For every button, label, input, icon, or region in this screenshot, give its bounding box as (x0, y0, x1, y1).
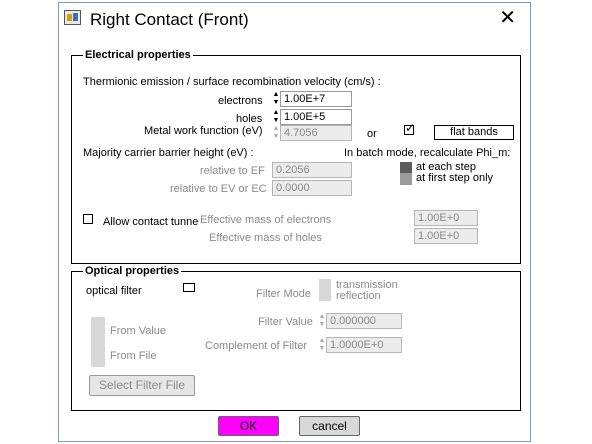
work-function-input: 4.7056 (280, 125, 352, 141)
electrons-label: electrons (218, 95, 263, 107)
optical-filter-checkbox[interactable] (183, 283, 195, 292)
eff-mass-electrons-input: 1.00E+0 (414, 210, 478, 226)
batch-mode-label: In batch mode, recalculate Phi_m: (344, 147, 511, 159)
reflection-label: reflection (336, 290, 381, 302)
holes-spinner[interactable]: ▲ ▼ (272, 109, 280, 125)
holes-input[interactable]: 1.00E+5 (280, 109, 352, 125)
window-title: Right Contact (Front) (90, 10, 249, 29)
relative-ev-label: relative to EV or EC (170, 183, 267, 195)
flat-bands-label[interactable]: flat bands (434, 125, 514, 140)
title-bar: Right Contact (Front) ✕ (59, 3, 530, 35)
complement-input: 1.0000E+0 (326, 337, 402, 353)
work-function-spinner: ▲ ▼ (272, 125, 280, 140)
filter-value-input: 0.000000 (326, 313, 402, 329)
filter-value-spinner: ▲ ▼ (318, 313, 326, 328)
or-label: or (367, 128, 377, 140)
optical-filter-label: optical filter (86, 285, 142, 297)
filter-value-label: Filter Value (258, 316, 313, 328)
work-function-label: Metal work function (eV) (144, 125, 263, 137)
recalc-mode-selected (400, 162, 412, 173)
thermionic-label: Thermionic emission / surface recombinat… (83, 76, 381, 88)
close-icon[interactable]: ✕ (499, 6, 516, 30)
optical-legend: Optical properties (85, 265, 180, 277)
recalc-mode-selector[interactable] (400, 162, 412, 185)
eff-mass-holes-label: Effective mass of holes (209, 232, 322, 244)
relative-ef-label: relative to EF (200, 165, 265, 177)
filter-mode-selector (319, 279, 331, 301)
eff-mass-holes-input: 1.00E+0 (414, 228, 478, 244)
checkmark-icon: ✓ (405, 121, 416, 135)
complement-label: Complement of Filter (205, 340, 308, 352)
app-icon (64, 10, 81, 25)
filter-mode-label: Filter Mode (256, 288, 312, 300)
eff-mass-electrons-label: Effective mass of electrons (200, 214, 332, 226)
select-filter-file-button: Select Filter File (89, 375, 195, 396)
ok-button[interactable]: OK (218, 416, 279, 436)
relative-ev-input: 0.0000 (272, 180, 352, 196)
allow-tunneling-checkbox[interactable] (83, 214, 93, 224)
barrier-height-label: Majority carrier barrier height (eV) : (83, 147, 254, 159)
from-value-label: From Value (110, 325, 167, 337)
filter-source-selector (91, 317, 105, 367)
from-file-label: From File (110, 350, 157, 362)
dialog-window: Right Contact (Front) ✕ Electrical prope… (58, 2, 531, 442)
electrical-legend: Electrical properties (85, 49, 191, 61)
electrons-input[interactable]: 1.00E+7 (280, 91, 352, 107)
complement-spinner: ▲ ▼ (318, 337, 326, 352)
electrons-spinner[interactable]: ▲ ▼ (272, 91, 280, 107)
holes-label: holes (236, 113, 263, 125)
allow-tunneling-label: Allow contact tunne (103, 216, 199, 228)
at-first-step-label: at first step only (416, 172, 494, 184)
cancel-button[interactable]: cancel (299, 416, 360, 436)
relative-ef-input: 0.2056 (272, 162, 352, 178)
